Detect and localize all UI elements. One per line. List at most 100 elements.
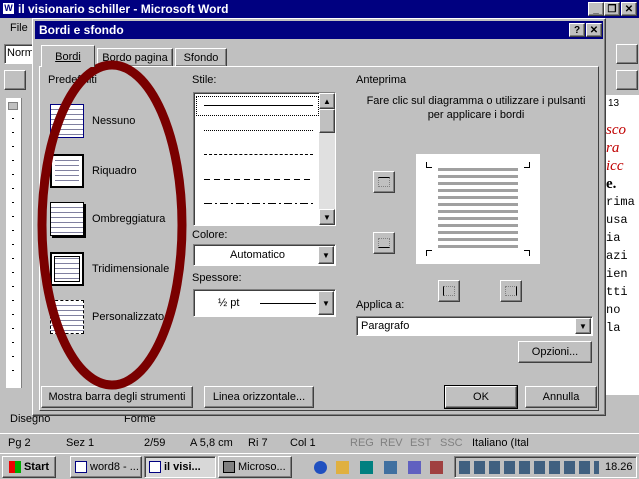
status-pages: 2/59 [144,437,166,449]
preset-shadow-icon [50,202,84,236]
ok-button[interactable]: OK [444,385,518,409]
taskbar-label: Microso... [238,461,286,473]
quicklaunch-icon[interactable] [408,461,421,474]
channels-icon[interactable] [384,461,397,474]
scroll-down-arrow-icon[interactable]: ▼ [319,209,335,225]
line-style-list[interactable]: ▲ ▼ [193,92,336,226]
font-style-text: Norm [7,47,34,59]
show-toolbar-button[interactable]: Mostra barra degli strumenti [41,386,193,408]
cancel-button[interactable]: Annulla [525,386,597,408]
preset-none[interactable]: Nessuno [50,102,180,142]
doc-line: e. [606,176,617,192]
app-window-icon [223,461,235,473]
border-left-button[interactable] [438,280,460,302]
color-label: Colore: [192,229,228,241]
width-dropdown[interactable]: ½ pt ▼ [193,289,336,317]
ruler-marker[interactable] [8,102,18,110]
dialog-title: Bordi e sfondo [39,23,124,37]
preview-text-lines [438,168,518,252]
desktop-icon[interactable] [360,461,373,474]
preset-box[interactable]: Riquadro [50,152,180,192]
border-right-icon [505,286,517,296]
preview-label: Anteprima [356,74,407,86]
taskbar-label: il visi... [164,461,201,473]
menu-file[interactable]: File [10,22,28,34]
preset-box-icon [50,154,84,188]
status-ext[interactable]: EST [406,435,431,451]
taskbar-item-microsoft[interactable]: Microso... [218,456,292,478]
word-app-icon: W [2,2,15,15]
restore-button[interactable]: ❐ [604,2,620,16]
ruler-ticks [12,118,14,383]
line-style-solid[interactable] [204,105,313,106]
help-button[interactable]: ? [569,23,585,37]
horizontal-line-button[interactable]: Linea orizzontale... [204,386,314,408]
tab-bordo-pagina[interactable]: Bordo pagina [97,48,173,67]
dialog-close-button[interactable]: ✕ [586,23,602,37]
start-button[interactable]: Start [2,456,56,478]
tab-bordi[interactable]: Bordi [41,45,95,67]
style-label: Stile: [192,74,217,86]
status-rev[interactable]: REV [376,435,403,451]
preset-3d-icon [50,252,84,286]
preset-shadow[interactable]: Ombreggiatura [50,200,190,240]
scroll-thumb[interactable] [319,109,335,133]
style-scrollbar[interactable]: ▲ ▼ [319,93,335,225]
preset-3d[interactable]: Tridimensionale [50,250,190,290]
scroll-up-arrow-icon[interactable]: ▲ [319,93,335,109]
line-style-small-dash[interactable] [204,154,313,155]
tray-icons [459,461,599,474]
tab-sfondo[interactable]: Sfondo [175,48,227,67]
ie-icon[interactable] [314,461,327,474]
preset-box-label: Riquadro [92,165,137,177]
font-style-box[interactable]: Norm [4,44,34,64]
status-section: Sez 1 [66,437,95,449]
doc-line: ia [606,231,621,245]
tab-label: Bordi [55,50,81,63]
document-text-right: sco ra icc e. rima usa ia azi ien tti no… [606,121,635,337]
preview-corner-tr [524,162,530,168]
status-at: A 5,8 cm [190,437,233,449]
taskbar-item-visionario[interactable]: il visi... [144,456,216,478]
presets-label: Predefiniti [48,74,97,86]
width-label: Spessore: [192,272,242,284]
document-area-right: sco ra icc e. rima usa ia azi ien tti no… [604,95,639,395]
preset-custom[interactable]: Personalizzato [50,298,190,338]
line-style-dash[interactable] [204,179,313,180]
border-right-button[interactable] [500,280,522,302]
border-bottom-icon [378,238,390,248]
line-style-selected[interactable] [196,96,319,116]
apply-to-arrow-icon[interactable]: ▼ [575,318,591,334]
color-dropdown-arrow-icon[interactable]: ▼ [318,246,334,264]
word-doc-icon [149,461,161,473]
doc-line: icc [606,158,624,174]
system-tray: 18.26 [454,456,637,478]
status-ovr[interactable]: SSC [436,435,463,451]
line-style-dotted[interactable] [204,130,313,131]
doc-line: ra [606,140,620,156]
borders-dialog: Bordi e sfondo ? ✕ Bordi Bordo pagina Sf… [32,18,606,416]
minimize-button[interactable]: _ [588,2,604,16]
preview-diagram[interactable] [416,154,540,264]
word-close-button[interactable]: ✕ [621,2,637,16]
status-rec[interactable]: REG [346,435,374,451]
new-doc-toolbar-button[interactable] [4,70,26,90]
options-button[interactable]: Opzioni... [518,341,592,363]
outlook-icon[interactable] [336,461,349,474]
toolbar-right-button-2[interactable] [616,70,638,90]
options-button-label: Opzioni... [531,346,579,358]
quicklaunch-icon-2[interactable] [430,461,443,474]
border-top-button[interactable] [373,171,395,193]
width-value: ½ pt [218,297,240,309]
apply-to-dropdown[interactable]: Paragrafo ▼ [356,316,593,336]
line-style-dash-dot[interactable] [204,203,313,204]
taskbar-item-word8[interactable]: word8 - ... [70,456,142,478]
toolbar-right-button-1[interactable] [616,44,638,64]
word-title-bar: W il visionario schiller - Microsoft Wor… [0,0,639,18]
border-bottom-button[interactable] [373,232,395,254]
clock: 18.26 [605,461,633,473]
width-dropdown-arrow-icon[interactable]: ▼ [318,291,334,315]
vertical-ruler [6,98,22,388]
color-dropdown[interactable]: Automatico ▼ [193,244,336,266]
ruler-number-right: 13 [608,98,620,109]
